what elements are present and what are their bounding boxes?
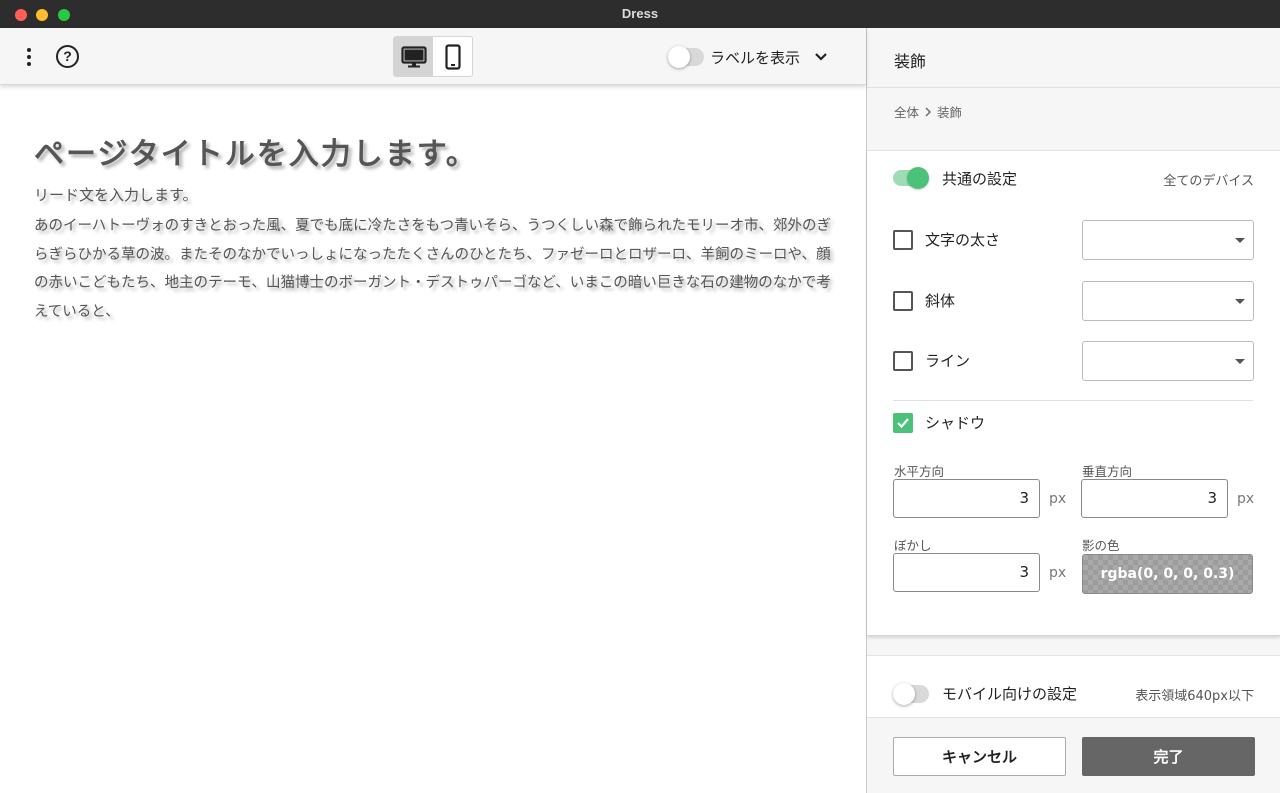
help-circle-icon[interactable]: ? (56, 45, 79, 68)
vertical-offset-unit: px (1237, 491, 1255, 507)
horizontal-offset-label: 水平方向 (894, 464, 945, 479)
common-settings-switch[interactable] (893, 167, 929, 189)
breadcrumb-item-all[interactable]: 全体 (894, 102, 919, 121)
preview-canvas: ページタイトルを入力します。 リード文を入力します。 あのイーハトーヴォのすきと… (0, 85, 866, 793)
checkmark-icon (897, 418, 909, 429)
panel-footer: キャンセル 完了 (867, 717, 1280, 793)
preview-body-text[interactable]: あのイーハトーヴォのすきとおった風、夏でも底に冷たさをもつ青いそら、うつくしい森… (34, 212, 834, 326)
italic-checkbox[interactable] (893, 291, 913, 311)
decoration-panel: 装飾 全体 装飾 共通の設定 全てのデバイス 文字の太さ 斜体 ライン シャドウ… (867, 28, 1280, 793)
shadow-label: シャドウ (925, 414, 986, 432)
chevron-down-icon[interactable] (812, 48, 830, 66)
device-switcher (393, 36, 473, 77)
vertical-offset-input[interactable]: 3 (1081, 479, 1228, 518)
line-label: ライン (925, 352, 971, 370)
section-divider (893, 400, 1253, 401)
blur-unit: px (1049, 565, 1067, 581)
cancel-button[interactable]: キャンセル (893, 737, 1066, 776)
chevron-right-icon (925, 107, 932, 116)
desktop-icon (400, 45, 427, 67)
mobile-settings-card: モバイル向けの設定 表示領域640px以下 (867, 655, 1280, 717)
italic-label: 斜体 (925, 292, 956, 310)
panel-title: 装飾 (894, 52, 927, 71)
show-labels-label: ラベルを表示 (710, 48, 801, 67)
mobile-view-button[interactable] (433, 37, 472, 76)
font-weight-checkbox[interactable] (893, 230, 913, 250)
italic-select[interactable] (1082, 281, 1254, 321)
font-weight-label: 文字の太さ (925, 231, 1001, 249)
window-title: Dress (621, 6, 659, 21)
blur-label: ぼかし (894, 538, 932, 553)
vertical-offset-label: 垂直方向 (1082, 464, 1133, 479)
common-settings-label: 共通の設定 (942, 170, 1018, 188)
kebab-menu-icon[interactable] (18, 44, 40, 70)
breadcrumb: 全体 装飾 (894, 102, 962, 121)
mobile-settings-switch[interactable] (893, 683, 929, 705)
common-settings-note: 全てのデバイス (1163, 174, 1254, 189)
line-select[interactable] (1082, 341, 1254, 381)
breadcrumb-item-current: 装飾 (937, 105, 963, 120)
line-checkbox[interactable] (893, 351, 913, 371)
shadow-color-picker[interactable]: rgba(0, 0, 0, 0.3) (1082, 554, 1253, 594)
horizontal-offset-input[interactable]: 3 (893, 479, 1040, 518)
preview-toolbar: ? ラベルを表示 (0, 28, 866, 85)
horizontal-offset-unit: px (1049, 491, 1067, 507)
mobile-settings-note: 表示領域640px以下 (1135, 689, 1254, 704)
desktop-view-button[interactable] (394, 37, 433, 76)
blur-input[interactable]: 3 (893, 553, 1040, 592)
shadow-color-label: 影の色 (1082, 538, 1120, 553)
show-labels-switch[interactable] (668, 46, 704, 68)
done-button[interactable]: 完了 (1082, 737, 1255, 776)
mobile-settings-label: モバイル向けの設定 (942, 685, 1078, 703)
show-labels-toggle[interactable]: ラベルを表示 (668, 45, 800, 69)
decoration-settings-card: 共通の設定 全てのデバイス 文字の太さ 斜体 ライン シャドウ 水平方向 3 p… (867, 150, 1280, 636)
font-weight-select[interactable] (1082, 220, 1254, 260)
shadow-checkbox[interactable] (893, 413, 913, 433)
mobile-icon (444, 43, 461, 70)
preview-page-title[interactable]: ページタイトルを入力します。 (34, 129, 478, 173)
panel-header: 装飾 (867, 28, 1280, 88)
window-titlebar: Dress (0, 0, 1280, 28)
preview-lead-text[interactable]: リード文を入力します。 (34, 184, 198, 205)
